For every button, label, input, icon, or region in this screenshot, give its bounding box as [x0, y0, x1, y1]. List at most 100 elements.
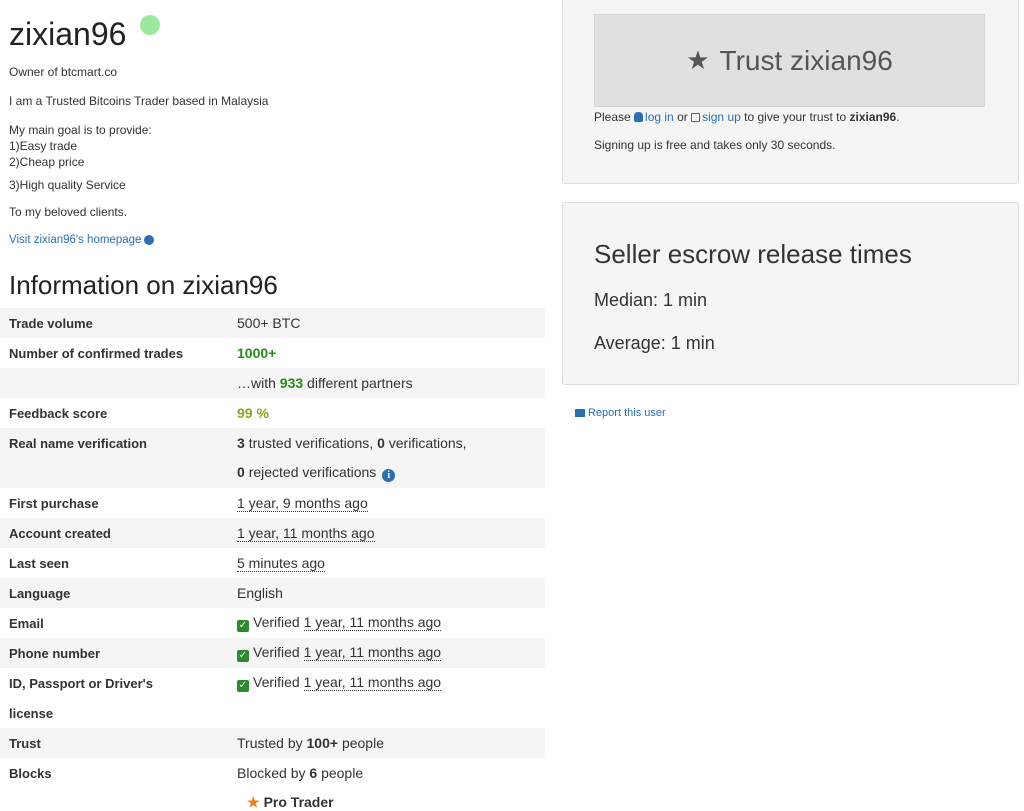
bio-line: To my beloved clients.: [9, 205, 128, 219]
trust-suffix: people: [341, 735, 384, 751]
check-icon: ✓: [237, 680, 249, 692]
table-row: …with 933 different partners: [0, 368, 545, 398]
row-label: Last seen: [9, 555, 69, 571]
verified-time[interactable]: 1 year, 11 months ago: [303, 614, 442, 631]
bio-line: 3)High quality Service: [9, 178, 126, 192]
blocks-suffix: people: [321, 765, 364, 781]
pro-trader-badge: ★ Pro Trader: [247, 794, 334, 811]
info-heading: Information on zixian96: [9, 270, 278, 300]
trade-volume-value: 500+ BTC: [229, 308, 545, 338]
table-row: Trust Trusted by 100+ people: [0, 728, 545, 758]
trust-button[interactable]: ★ Trust zixian96: [594, 14, 985, 107]
table-row: Email ✓ Verified 1 year, 11 months ago: [0, 608, 545, 638]
row-label: license: [9, 705, 54, 721]
row-label: Email: [9, 615, 44, 631]
partners-cell: …with 933 different partners: [229, 368, 545, 398]
row-label: First purchase: [9, 495, 99, 511]
trust-button-label: Trust zixian96: [719, 44, 893, 76]
trust-username: zixian96: [849, 110, 897, 124]
signup-link[interactable]: sign up: [691, 110, 741, 124]
homepage-link-label: Visit zixian96's homepage: [9, 234, 142, 246]
login-link[interactable]: log in: [634, 110, 674, 124]
check-icon: ✓: [237, 620, 249, 632]
table-row: Account created 1 year, 11 months ago: [0, 518, 545, 548]
escrow-median: Median: 1 min: [594, 290, 708, 310]
blocks-value: Blocked by 6 people: [229, 758, 545, 788]
login-link-label: log in: [645, 110, 674, 124]
pro-trader-label: Pro Trader: [263, 794, 334, 810]
please-text: Please: [594, 110, 631, 124]
trust-prefix: Trusted by: [237, 735, 303, 751]
rejected-count: 0: [237, 464, 245, 480]
signup-link-label: sign up: [702, 110, 741, 124]
account-created-value[interactable]: 1 year, 11 months ago: [237, 525, 375, 542]
table-row: 0 rejected verifications i: [0, 458, 545, 488]
info-table: Trade volume 500+ BTC Number of confirme…: [0, 308, 545, 788]
bio-line: 2)Cheap price: [9, 155, 85, 169]
online-status-icon: [140, 15, 160, 35]
trust-count: 100+: [306, 735, 339, 751]
table-row: ID, Passport or Driver's ✓ Verified 1 yea…: [0, 668, 545, 698]
feedback-score: 99 %: [237, 405, 269, 421]
table-row: Feedback score 99 %: [0, 398, 545, 428]
table-row: license: [0, 698, 545, 728]
row-label: Feedback score: [9, 405, 108, 421]
bio-line: 1)Easy trade: [9, 139, 78, 153]
blocks-count: 6: [309, 765, 318, 781]
blocks-prefix: Blocked by: [237, 765, 306, 781]
row-label: Language: [0, 578, 229, 608]
row-label: ID, Passport or Driver's: [9, 675, 153, 691]
check-icon: ✓: [237, 650, 249, 662]
login-prompt: Please log in or sign up to give your tr…: [594, 110, 900, 124]
row-label: Trust: [0, 728, 229, 758]
partners-count: 933: [279, 375, 304, 391]
verif-text: verifications,: [388, 435, 467, 451]
table-row: Language English: [0, 578, 545, 608]
phone-status: ✓ Verified 1 year, 11 months ago: [229, 638, 545, 668]
report-user-link[interactable]: Report this user: [575, 407, 666, 419]
table-row: Blocks Blocked by 6 people: [0, 758, 545, 788]
escrow-average: Average: 1 min: [594, 333, 715, 353]
confirmed-trades-value: 1000+: [237, 345, 277, 361]
last-seen-value[interactable]: 5 minutes ago: [237, 555, 325, 572]
star-icon: ★: [686, 45, 710, 75]
row-label: Number of confirmed trades: [9, 345, 184, 361]
table-row: Last seen 5 minutes ago: [0, 548, 545, 578]
email-status: ✓ Verified 1 year, 11 months ago: [229, 608, 545, 638]
give-text: to give your trust to: [744, 110, 847, 124]
info-icon[interactable]: i: [382, 469, 396, 482]
table-row: Real name verification 3 trusted verific…: [0, 428, 545, 458]
first-purchase-value[interactable]: 1 year, 9 months ago: [237, 495, 368, 512]
bio-line: I am a Trusted Bitcoins Trader based in …: [9, 94, 269, 108]
pro-trader-icon: ★: [247, 794, 260, 810]
row-label: Phone number: [0, 638, 229, 668]
trusted-text: trusted verifications,: [248, 435, 374, 451]
escrow-title: Seller escrow release times: [594, 239, 912, 269]
verified-time[interactable]: 1 year, 11 months ago: [303, 674, 442, 691]
id-status: ✓ Verified 1 year, 11 months ago: [229, 668, 545, 698]
rejected-cell: 0 rejected verifications i: [229, 458, 545, 488]
row-label: Account created: [0, 518, 229, 548]
flag-icon: [575, 409, 585, 417]
user-icon: [634, 112, 644, 122]
table-row: Phone number ✓ Verified 1 year, 11 months…: [0, 638, 545, 668]
profile-header: zixian96: [9, 14, 160, 54]
or-text: or: [677, 110, 688, 124]
page-title: zixian96: [9, 16, 127, 52]
language-value: English: [229, 578, 545, 608]
table-row: First purchase 1 year, 9 months ago: [0, 488, 545, 518]
row-label: Trade volume: [0, 308, 229, 338]
table-row: Trade volume 500+ BTC: [0, 308, 545, 338]
table-row: Number of confirmed trades 1000+: [0, 338, 545, 368]
rejected-text: rejected verifications: [248, 464, 377, 480]
verified-label: Verified: [253, 614, 300, 630]
partners-suffix: different partners: [307, 375, 413, 391]
verified-label: Verified: [253, 644, 300, 660]
homepage-link[interactable]: Visit zixian96's homepage: [9, 234, 155, 246]
real-name-cell: 3 trusted verifications, 0 verifications…: [229, 428, 545, 458]
edit-icon: [691, 113, 701, 122]
bio-line: Owner of btcmart.co: [9, 65, 118, 79]
verif-count: 0: [377, 435, 385, 451]
verified-time[interactable]: 1 year, 11 months ago: [303, 644, 442, 661]
globe-icon: [144, 235, 155, 245]
